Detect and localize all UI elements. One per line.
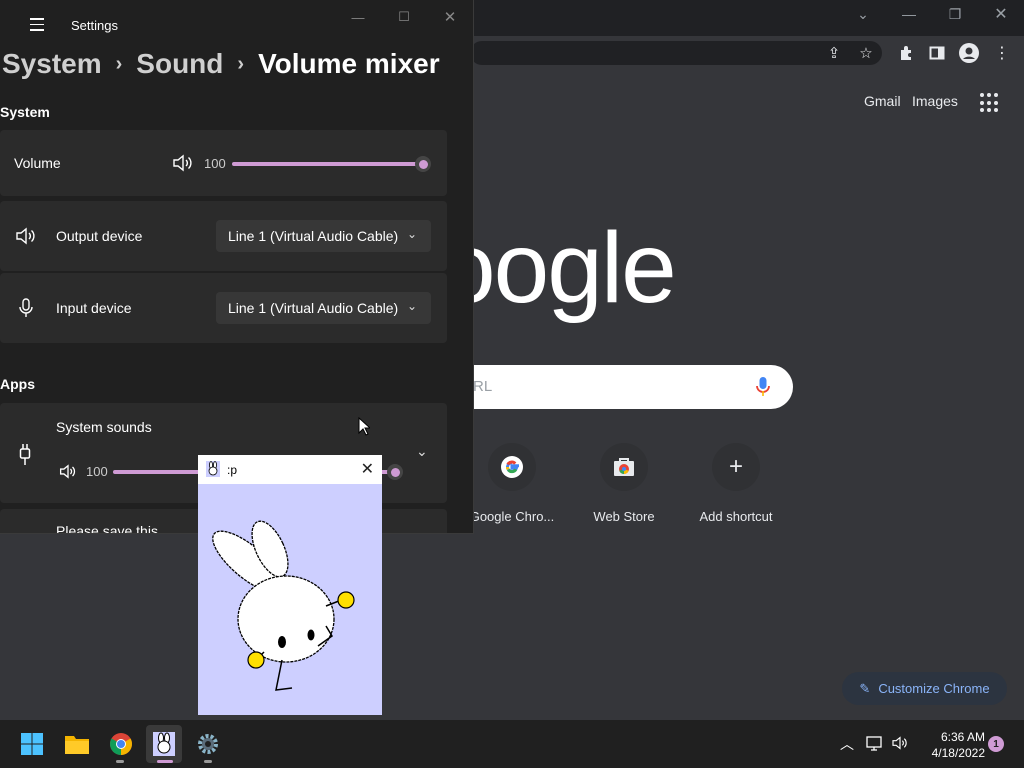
maximize-button[interactable]: ☐ [392, 8, 416, 26]
minimize-button[interactable]: — [894, 4, 924, 24]
taskbar-bunny-app[interactable] [146, 725, 182, 763]
system-sounds-value: 100 [86, 464, 108, 479]
settings-running-indicator [204, 760, 212, 763]
hamburger-menu-icon[interactable] [30, 18, 44, 35]
volume-label: Volume [14, 155, 61, 171]
extensions-puzzle-icon[interactable] [895, 42, 917, 64]
chrome-running-indicator [116, 760, 124, 763]
shortcut-add[interactable]: + Add shortcut [686, 443, 786, 524]
google-logo: oogle [440, 212, 677, 324]
breadcrumb-system[interactable]: System [2, 48, 102, 79]
pencil-icon: ✎ [859, 680, 871, 696]
start-button[interactable] [14, 725, 50, 763]
page-title: Volume mixer [258, 48, 440, 79]
chevron-right-icon: › [237, 53, 245, 75]
volume-value: 100 [204, 156, 226, 171]
images-link[interactable]: Images [912, 93, 958, 109]
microphone-icon [19, 298, 33, 317]
side-panel-icon[interactable] [926, 42, 948, 64]
system-sounds-slider-thumb[interactable] [387, 464, 403, 480]
close-button[interactable]: ✕ [438, 8, 462, 26]
gmail-link[interactable]: Gmail [864, 93, 901, 109]
search-placeholder: RL [473, 378, 493, 395]
notification-badge[interactable]: 1 [988, 736, 1004, 752]
taskbar-chrome[interactable] [103, 725, 139, 763]
bunny-window-title: :p [227, 463, 238, 477]
clock-time: 6:36 AM [940, 730, 985, 744]
shortcut-web-store[interactable]: Web Store [574, 443, 674, 524]
taskbar-file-explorer[interactable] [59, 725, 95, 763]
close-button[interactable]: ✕ [986, 4, 1016, 24]
plus-icon: + [712, 443, 760, 491]
window-title: Settings [71, 18, 118, 33]
clock-date: 4/18/2022 [931, 746, 985, 760]
minimize-button[interactable]: — [346, 8, 370, 26]
profile-avatar-icon[interactable] [958, 42, 980, 64]
bunny-illustration [212, 520, 355, 691]
settings-window: Settings — ☐ ✕ System › Sound › Volume mixer… [0, 0, 474, 534]
google-g-icon [488, 443, 536, 491]
output-device-card: Output device Line 1 (Virtual Audio Cabl… [0, 201, 447, 271]
bunny-app-icon [153, 732, 175, 756]
volume-icon[interactable] [891, 736, 909, 750]
taskbar-clock[interactable]: 6:36 AM 4/18/2022 [915, 729, 985, 761]
input-device-label: Input device [56, 300, 132, 316]
volume-slider-thumb[interactable] [415, 156, 431, 172]
input-device-card: Input device Line 1 (Virtual Audio Cable… [0, 273, 447, 343]
output-device-dropdown[interactable]: Line 1 (Virtual Audio Cable) ⌄ [216, 220, 431, 252]
bunny-window: :p ✕ [198, 455, 382, 715]
input-device-dropdown[interactable]: Line 1 (Virtual Audio Cable) ⌄ [216, 292, 431, 324]
chevron-right-icon: › [115, 53, 123, 75]
voice-search-icon[interactable] [755, 376, 771, 398]
google-apps-icon[interactable] [980, 93, 1000, 113]
chevron-down-icon: ⌄ [406, 299, 417, 313]
chrome-icon [110, 733, 132, 755]
gear-icon [198, 734, 218, 754]
close-icon[interactable]: ✕ [361, 459, 374, 479]
bunny-app-icon [206, 461, 220, 477]
section-header-apps: Apps [0, 376, 35, 392]
chrome-menu-icon[interactable]: ⋮ [991, 42, 1013, 64]
web-store-icon [600, 443, 648, 491]
tab-search-chevron-icon[interactable]: ⌄ [848, 4, 878, 24]
restore-button[interactable]: ❐ [940, 4, 970, 24]
windows-start-icon [21, 733, 43, 755]
shortcut-label: Add shortcut [699, 509, 773, 524]
speaker-icon[interactable] [59, 464, 77, 479]
shortcut-google-chrome[interactable]: Google Chro... [462, 443, 562, 524]
customize-chrome-button[interactable]: ✎ Customize Chrome [842, 672, 1007, 705]
system-sounds-icon [19, 444, 31, 465]
bunny-active-indicator [157, 760, 173, 763]
bunny-window-titlebar[interactable]: :p ✕ [198, 455, 382, 484]
chevron-down-icon: ⌄ [406, 227, 417, 241]
share-icon[interactable]: ⇪ [823, 42, 845, 64]
volume-card: Volume 100 [0, 130, 447, 196]
folder-icon [65, 736, 89, 754]
network-icon[interactable] [866, 735, 884, 751]
chevron-up-icon[interactable]: ︿ [840, 734, 854, 754]
expand-chevron-icon[interactable]: ⌄ [416, 443, 428, 460]
mouse-cursor-icon [358, 417, 370, 436]
output-device-label: Output device [56, 228, 143, 244]
input-device-value: Line 1 (Virtual Audio Cable) [228, 300, 399, 316]
taskbar-settings[interactable] [190, 725, 226, 763]
speaker-icon [16, 227, 35, 245]
breadcrumb: System › Sound › Volume mixer [2, 48, 440, 80]
breadcrumb-sound[interactable]: Sound [136, 48, 223, 79]
volume-slider-track[interactable] [232, 162, 422, 166]
customize-label: Customize Chrome [878, 681, 990, 696]
address-bar[interactable] [470, 41, 882, 65]
shortcut-label: Google Chro... [469, 509, 555, 524]
partial-app-label: Please save this [56, 523, 158, 534]
system-sounds-label: System sounds [56, 419, 152, 435]
output-device-value: Line 1 (Virtual Audio Cable) [228, 228, 399, 244]
shortcut-label: Web Store [593, 509, 655, 524]
section-header-system: System [0, 104, 50, 120]
speaker-icon[interactable] [172, 154, 194, 172]
bookmark-star-icon[interactable]: ☆ [855, 42, 877, 64]
